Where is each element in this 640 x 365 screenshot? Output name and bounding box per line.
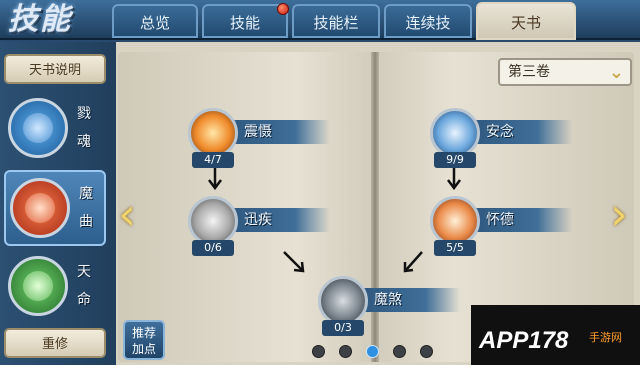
tab-label: 天书 xyxy=(510,14,541,32)
book-help-button[interactable]: 天书说明 xyxy=(4,54,106,84)
blue-dragon-emblem-icon xyxy=(8,98,68,158)
page-indicator xyxy=(312,345,433,359)
demon-fury-icon xyxy=(318,276,368,326)
book-name: 戮魂 xyxy=(77,106,91,150)
book-name: 天命 xyxy=(77,264,91,308)
reset-button[interactable]: 重修 xyxy=(4,328,106,358)
skill-level: 0/6 xyxy=(192,240,234,256)
swift-wind-icon xyxy=(188,196,238,246)
next-page-arrow-icon[interactable]: › xyxy=(604,190,634,240)
watermark-brand: APP178 xyxy=(479,327,569,354)
recommend-points-button[interactable]: 推荐 加点 xyxy=(123,320,165,360)
skill-level: 4/7 xyxy=(192,152,234,168)
tab-overview[interactable]: 总览 xyxy=(112,4,198,38)
page-dot[interactable] xyxy=(393,345,406,358)
button-label: 天书说明 xyxy=(28,63,81,78)
skill-node-annian[interactable]: 安念 9/9 xyxy=(430,108,572,172)
skill-level: 5/5 xyxy=(434,240,476,256)
page-dot-active[interactable] xyxy=(366,345,379,358)
page-dot[interactable] xyxy=(420,345,433,358)
page-dot[interactable] xyxy=(312,345,325,358)
book-sidebar: 天书说明 戮魂 魔曲 天命 重修 xyxy=(0,42,116,365)
tab-combo[interactable]: 连续技 xyxy=(384,4,472,38)
skills-title-logo: 技能 xyxy=(8,2,72,37)
tab-label: 连续技 xyxy=(405,14,451,32)
skill-level: 9/9 xyxy=(434,152,476,168)
app178-watermark: APP178 手游网 xyxy=(471,305,640,365)
book-item-moqu[interactable]: 魔曲 xyxy=(4,170,106,246)
book-item-luhun[interactable]: 戮魂 xyxy=(4,92,106,168)
calm-mind-icon xyxy=(430,108,480,158)
skill-node-zhenshe[interactable]: 震慑 4/7 xyxy=(188,108,330,172)
tab-heavenly-book[interactable]: 天书 xyxy=(476,2,576,40)
button-label: 重修 xyxy=(41,337,68,352)
tab-label: 总览 xyxy=(139,14,170,32)
green-beast-emblem-icon xyxy=(8,256,68,316)
red-demon-emblem-icon xyxy=(10,178,70,238)
watermark-suffix: 手游网 xyxy=(589,331,622,344)
book-item-tianming[interactable]: 天命 xyxy=(4,250,106,326)
previous-page-arrow-icon[interactable]: ‹ xyxy=(112,190,142,240)
tab-label: 技能 xyxy=(229,14,260,32)
skill-node-huaide[interactable]: 怀德 5/5 xyxy=(430,196,572,260)
skill-node-xunji[interactable]: 迅疾 0/6 xyxy=(188,196,330,260)
page-dot[interactable] xyxy=(339,345,352,358)
book-name: 魔曲 xyxy=(79,186,93,230)
tab-skills[interactable]: 技能 xyxy=(202,3,289,38)
skill-node-mosha[interactable]: 魔煞 0/3 xyxy=(318,276,460,340)
tab-skill-bar[interactable]: 技能栏 xyxy=(292,4,380,38)
button-label: 推荐 加点 xyxy=(131,326,156,356)
tab-label: 技能栏 xyxy=(313,14,359,32)
virtue-flame-icon xyxy=(430,196,480,246)
fire-fist-icon xyxy=(188,108,238,158)
notification-badge-icon xyxy=(277,3,289,15)
game-window: 技能 总览 技能 技能栏 连续技 天书 天书说明 戮魂 魔曲 天命 重修 第三卷… xyxy=(0,0,640,365)
top-bar: 技能 总览 技能 技能栏 连续技 天书 xyxy=(0,0,640,40)
skill-level: 0/3 xyxy=(322,320,364,336)
